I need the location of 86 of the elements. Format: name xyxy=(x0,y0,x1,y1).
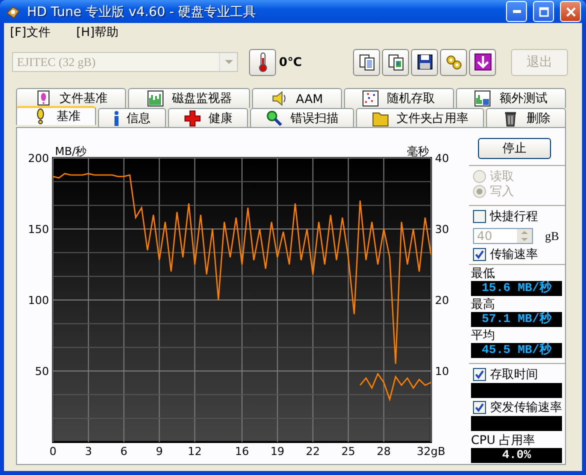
stat-value: 4.0% xyxy=(471,448,562,463)
axis-label: 9 xyxy=(156,445,163,458)
axis-label: 30 xyxy=(435,223,449,236)
axis-label: 20 xyxy=(435,294,449,307)
tab[interactable]: 文件夹占用率 xyxy=(356,108,484,127)
bar-chart-icon xyxy=(146,90,164,107)
axis-label: 200 xyxy=(28,152,49,165)
close-button[interactable] xyxy=(560,1,581,22)
stat-value: 57.1 MB/秒 xyxy=(471,312,562,327)
minimize-icon xyxy=(512,10,520,13)
axis-label: 10 xyxy=(435,365,449,378)
checkbox[interactable] xyxy=(473,401,486,414)
axis-label: 16 xyxy=(235,445,249,458)
checkbox-label: 传输速率 xyxy=(490,246,538,263)
unit-label: gB xyxy=(545,228,560,244)
tab[interactable]: 信息 xyxy=(98,108,166,127)
close-icon xyxy=(566,6,576,16)
maximize-icon xyxy=(538,6,548,16)
copy-screenshot-button[interactable] xyxy=(382,48,409,76)
stop-button[interactable]: 停止 xyxy=(478,138,551,159)
tab[interactable]: 随机存取 xyxy=(344,88,454,108)
tab[interactable]: 文件基准 xyxy=(16,88,126,108)
tab[interactable]: AAM xyxy=(252,88,342,108)
thermometer-icon xyxy=(258,52,268,72)
axis-label: 32gB xyxy=(416,445,446,458)
axis-label: 22 xyxy=(306,445,320,458)
menu-item[interactable]: [F]文件 xyxy=(10,24,50,41)
transfer-rate-line xyxy=(360,372,432,402)
axis-label: 3 xyxy=(84,445,92,458)
axis-label: 6 xyxy=(120,445,128,458)
tab[interactable]: 删除 xyxy=(486,108,566,127)
grid-chart-icon xyxy=(474,90,492,107)
tab[interactable]: 基准 xyxy=(16,106,96,125)
speaker-icon xyxy=(270,90,288,107)
info-icon xyxy=(114,110,118,126)
app-icon xyxy=(5,4,21,20)
copy-button[interactable] xyxy=(353,48,380,76)
stat-value: 15.6 MB/秒 xyxy=(471,281,562,296)
checkbox[interactable] xyxy=(473,248,486,261)
stat-label: 最低 xyxy=(471,266,496,280)
copy-icon xyxy=(386,53,404,71)
axis-unit: MB/秒 xyxy=(55,145,87,158)
checkbox-label: 存取时间 xyxy=(490,366,538,383)
stat-label: 最高 xyxy=(471,297,496,311)
checkbox-label: 快捷行程 xyxy=(490,208,538,225)
checkbox[interactable] xyxy=(473,368,486,381)
axis-label: 100 xyxy=(28,294,49,307)
axis-label: 0 xyxy=(50,445,56,458)
axis-unit: 毫秒 xyxy=(407,145,429,158)
stat-value: 45.5 MB/秒 xyxy=(471,343,562,358)
save-button[interactable] xyxy=(411,48,438,76)
window-title: HD Tune 专业版 v4.60 - 硬盘专业工具 xyxy=(27,4,258,20)
axis-label: 25 xyxy=(341,445,356,458)
caret-icon xyxy=(224,60,232,64)
copy-icon xyxy=(358,53,376,71)
axis-label: 12 xyxy=(188,445,202,458)
gear-icon xyxy=(444,53,462,71)
down-arrow-icon xyxy=(474,53,492,71)
save-icon xyxy=(416,53,434,71)
temperature-reading: 0℃ xyxy=(279,55,303,69)
axis-label: 28 xyxy=(376,445,391,458)
maximize-button[interactable] xyxy=(533,1,554,22)
temperature-button[interactable] xyxy=(249,48,276,76)
axis-label: 150 xyxy=(28,223,49,236)
radio-label: 读取 xyxy=(490,168,514,185)
radio-label: 写入 xyxy=(490,183,514,200)
checkbox[interactable] xyxy=(473,210,486,223)
stat-label: CPU 占用率 xyxy=(471,433,536,447)
axis-label: 19 xyxy=(270,445,284,458)
menu-item[interactable]: [H]帮助 xyxy=(76,24,119,41)
axis-label: 40 xyxy=(435,152,449,165)
axis-label: 50 xyxy=(35,365,49,378)
stat-label: 平均 xyxy=(471,328,496,342)
minimize-button[interactable] xyxy=(506,1,527,22)
scatter-plot-icon xyxy=(362,90,380,107)
options-button[interactable] xyxy=(440,48,467,76)
spin-arrows-icon xyxy=(517,229,532,243)
tab[interactable]: 磁盘监视器 xyxy=(128,88,250,108)
search-icon xyxy=(266,110,282,126)
tab[interactable]: 额外测试 xyxy=(456,88,566,108)
checkbox-label: 突发传输速率 xyxy=(490,399,562,416)
tab[interactable]: 健康 xyxy=(168,108,248,127)
plus-icon xyxy=(184,110,200,126)
download-button[interactable] xyxy=(469,48,496,76)
tab[interactable]: 错误扫描 xyxy=(250,108,354,127)
document-icon xyxy=(34,90,52,107)
